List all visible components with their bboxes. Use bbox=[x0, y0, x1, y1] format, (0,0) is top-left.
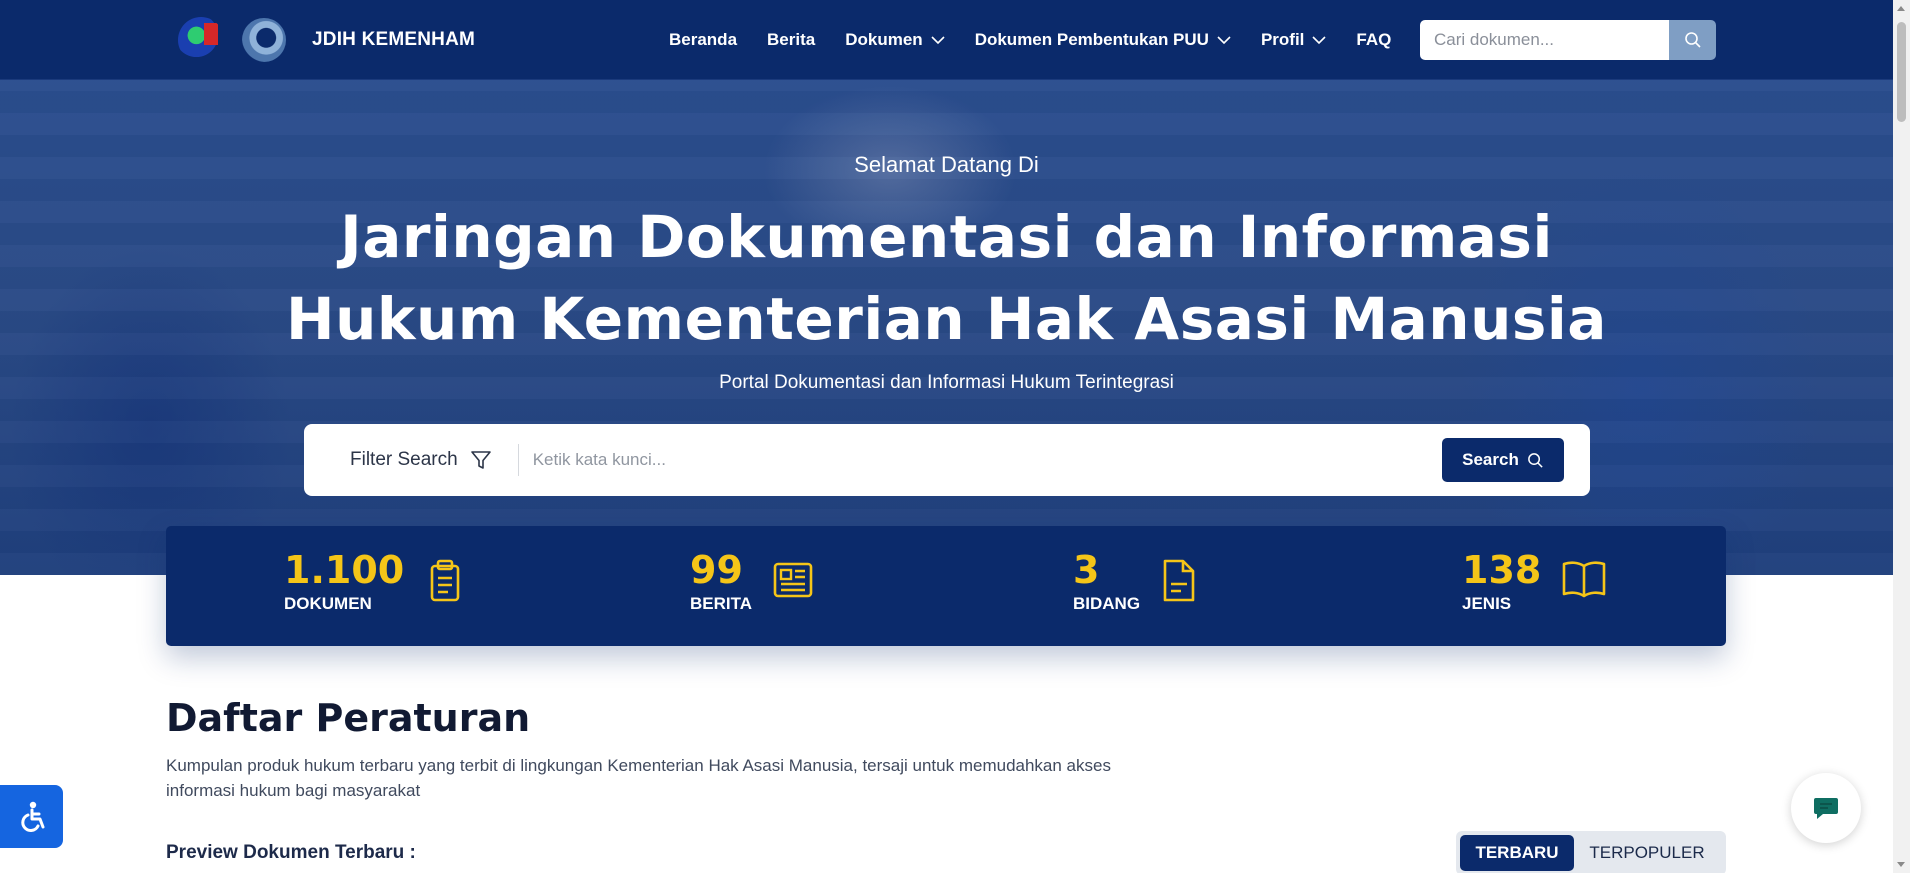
open-book-icon bbox=[1563, 561, 1606, 598]
search-button-label: Search bbox=[1462, 450, 1519, 469]
stat-value: 3 bbox=[1073, 548, 1100, 592]
scroll-down-arrow[interactable] bbox=[1897, 862, 1905, 867]
search-button[interactable]: Search bbox=[1442, 438, 1564, 482]
search-icon bbox=[1684, 32, 1701, 48]
header-search-button[interactable] bbox=[1669, 20, 1716, 60]
section-description: Kumpulan produk hukum terbaru yang terbi… bbox=[166, 756, 1111, 800]
stat-dokumen: 1.100 DOKUMEN bbox=[284, 550, 466, 614]
filter-label: Filter Search bbox=[350, 449, 458, 470]
stat-value: 1.100 bbox=[284, 548, 405, 592]
brand[interactable]: JDIH KEMENHAM bbox=[178, 14, 475, 66]
stats-bar: 1.100 DOKUMEN 99 BERITA 3 BIDANG 138 JEN… bbox=[166, 526, 1726, 646]
scroll-up-arrow[interactable] bbox=[1897, 6, 1905, 11]
hero-search-bar: Filter Search Search bbox=[304, 424, 1590, 496]
nav-dokumen[interactable]: Dokumen bbox=[845, 30, 945, 50]
stat-label: BERITA bbox=[690, 594, 753, 613]
newspaper-icon bbox=[773, 562, 813, 598]
scroll-thumb[interactable] bbox=[1897, 22, 1906, 122]
search-divider bbox=[517, 444, 519, 476]
hero-welcome: Selamat Datang Di bbox=[854, 152, 1039, 177]
stat-berita: 99 BERITA bbox=[690, 550, 816, 614]
document-tabs: TERBARU TERPOPULER bbox=[1456, 831, 1726, 873]
nav-berita[interactable]: Berita bbox=[767, 30, 815, 50]
section-title: Daftar Peraturan bbox=[166, 696, 531, 740]
document-icon bbox=[1163, 559, 1195, 602]
tab-terpopuler[interactable]: TERPOPULER bbox=[1574, 835, 1720, 871]
nav-beranda[interactable]: Beranda bbox=[669, 30, 737, 50]
nav-label: Beranda bbox=[669, 30, 738, 49]
nav-profil[interactable]: Profil bbox=[1261, 30, 1326, 50]
stat-text: 138 JENIS bbox=[1462, 550, 1541, 614]
stat-text: 3 BIDANG bbox=[1073, 550, 1140, 614]
clipboard-icon bbox=[430, 559, 460, 602]
filter-search-button[interactable]: Filter Search bbox=[350, 449, 492, 471]
chevron-down-icon bbox=[931, 36, 945, 45]
main-nav: Beranda Berita Dokumen Dokumen Pembentuk… bbox=[669, 0, 1421, 80]
chevron-down-icon bbox=[1217, 36, 1231, 45]
hero-title: Jaringan Dokumentasi dan Informasi Hukum… bbox=[0, 196, 1893, 360]
nav-label: Dokumen Pembentukan PUU bbox=[974, 30, 1209, 49]
nav-faq[interactable]: FAQ bbox=[1356, 30, 1391, 50]
stat-label: BIDANG bbox=[1073, 594, 1141, 613]
stat-text: 99 BERITA bbox=[690, 550, 752, 614]
ministry-logo bbox=[178, 17, 224, 63]
nav-label: FAQ bbox=[1356, 30, 1392, 49]
tab-terbaru[interactable]: TERBARU bbox=[1460, 835, 1574, 871]
jdih-logo bbox=[242, 18, 286, 62]
search-icon bbox=[1527, 452, 1543, 468]
chat-bubble-icon bbox=[1814, 798, 1838, 819]
keyword-search-input[interactable] bbox=[532, 440, 1442, 480]
page-scrollbar[interactable] bbox=[1893, 0, 1910, 873]
filter-icon bbox=[470, 451, 491, 469]
stat-value: 138 bbox=[1462, 548, 1542, 592]
stat-bidang: 3 BIDANG bbox=[1073, 550, 1198, 614]
nav-label: Profil bbox=[1260, 30, 1305, 49]
stat-label: DOKUMEN bbox=[284, 594, 372, 613]
site-name: JDIH KEMENHAM bbox=[312, 29, 476, 50]
preview-label: Preview Dokumen Terbaru : bbox=[166, 842, 416, 863]
stat-text: 1.100 DOKUMEN bbox=[284, 550, 404, 614]
chevron-down-icon bbox=[1312, 36, 1326, 45]
stat-value: 99 bbox=[690, 548, 743, 592]
wheelchair-icon bbox=[20, 801, 44, 832]
nav-label: Dokumen bbox=[845, 30, 923, 49]
accessibility-button[interactable] bbox=[0, 785, 63, 848]
hero-banner: Selamat Datang Di Jaringan Dokumentasi d… bbox=[0, 80, 1893, 575]
hero-subtitle: Portal Dokumentasi dan Informasi Hukum T… bbox=[719, 372, 1174, 393]
stat-jenis: 138 JENIS bbox=[1462, 550, 1607, 614]
header-search-input[interactable] bbox=[1420, 20, 1669, 60]
nav-dokumen-pembentukan-puu[interactable]: Dokumen Pembentukan PUU bbox=[975, 30, 1231, 50]
stat-label: JENIS bbox=[1462, 594, 1512, 613]
hero-title-line: Jaringan Dokumentasi dan Informasi bbox=[340, 203, 1553, 271]
header-search bbox=[1420, 20, 1716, 60]
top-navbar: JDIH KEMENHAM Beranda Berita Dokumen Dok… bbox=[0, 0, 1893, 80]
nav-label: Berita bbox=[767, 30, 816, 49]
chat-button[interactable] bbox=[1791, 773, 1861, 843]
hero-title-line: Hukum Kementerian Hak Asasi Manusia bbox=[286, 285, 1607, 353]
